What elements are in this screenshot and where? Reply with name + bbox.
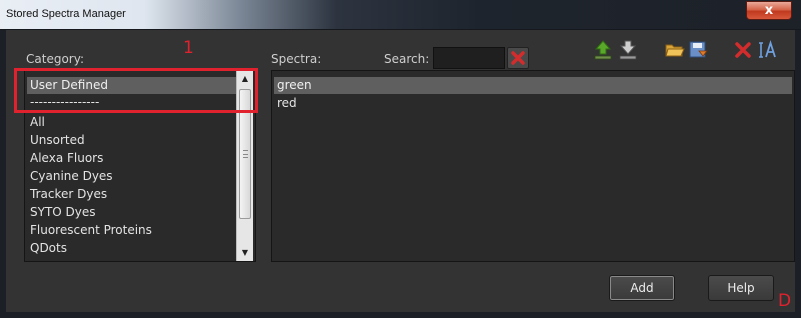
category-label: Category:: [26, 52, 84, 66]
spectra-label: Spectra:: [271, 52, 322, 66]
category-item-fluorescent-proteins[interactable]: Fluorescent Proteins: [27, 222, 152, 239]
category-item-syto-dyes[interactable]: SYTO Dyes: [27, 204, 96, 221]
category-item-all[interactable]: All: [27, 114, 45, 131]
annotation-marker-d: D: [778, 291, 792, 311]
title-bar: Stored Spectra Manager x: [0, 0, 801, 30]
search-input[interactable]: [433, 47, 505, 69]
category-item-cyanine-dyes[interactable]: Cyanine Dyes: [27, 168, 113, 185]
delete-icon[interactable]: [732, 39, 754, 61]
scroll-down-icon[interactable]: ▼: [237, 245, 253, 261]
window-title: Stored Spectra Manager: [6, 8, 126, 20]
close-button[interactable]: x: [746, 1, 792, 20]
search-label: Search:: [384, 52, 430, 66]
highlight-box: [14, 68, 258, 113]
upload-icon[interactable]: [592, 39, 614, 61]
category-item-qdots[interactable]: QDots: [27, 240, 67, 257]
spectra-item-red[interactable]: red: [274, 95, 297, 112]
annotation-marker-1: 1: [183, 38, 194, 58]
spectra-list[interactable]: green red: [271, 70, 795, 262]
category-item-alexa-fluors[interactable]: Alexa Fluors: [27, 150, 103, 167]
rename-icon[interactable]: [757, 39, 779, 61]
clear-search-button[interactable]: [507, 47, 529, 69]
help-button[interactable]: Help: [708, 275, 774, 301]
save-icon[interactable]: [687, 39, 709, 61]
open-folder-icon[interactable]: [664, 39, 686, 61]
spectra-item-green[interactable]: green: [274, 77, 792, 94]
category-item-unsorted[interactable]: Unsorted: [27, 132, 85, 149]
category-item-tracker-dyes[interactable]: Tracker Dyes: [27, 186, 107, 203]
add-button[interactable]: Add: [609, 275, 675, 301]
download-icon[interactable]: [617, 39, 639, 61]
clear-x-icon: [511, 51, 525, 65]
